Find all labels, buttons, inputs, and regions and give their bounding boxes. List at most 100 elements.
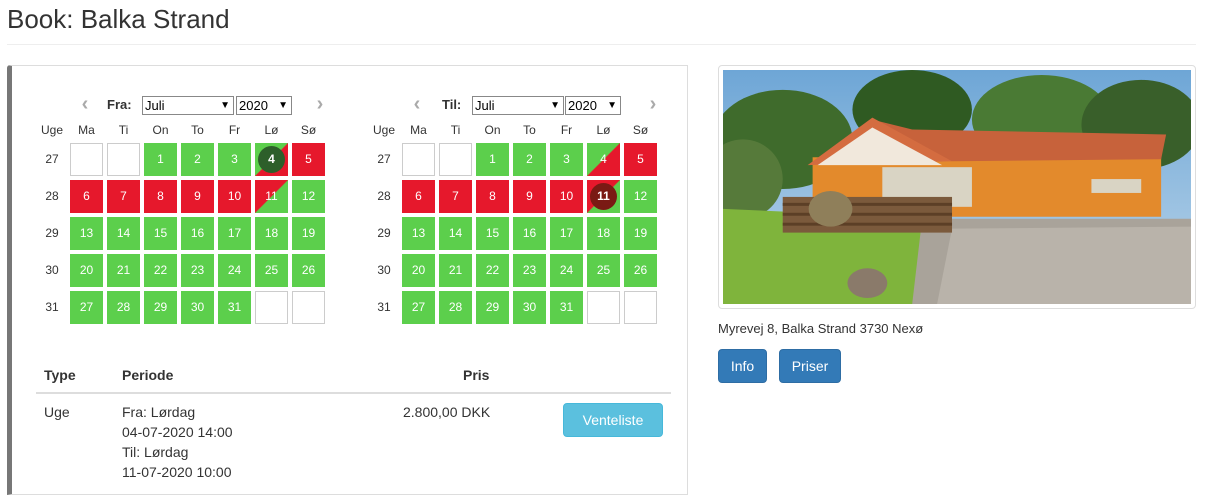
- calendar-day[interactable]: 15: [476, 217, 509, 250]
- calendar-day[interactable]: 2: [181, 143, 214, 176]
- weekday-header: Fr: [228, 123, 241, 137]
- calendar-day[interactable]: 1: [144, 143, 177, 176]
- calendar-day[interactable]: 14: [439, 217, 472, 250]
- calendar-day[interactable]: 7: [107, 180, 140, 213]
- booking-table-header: Type Periode Pris: [36, 366, 671, 394]
- calendar-day[interactable]: 12: [292, 180, 325, 213]
- calendar-day[interactable]: 26: [624, 254, 657, 287]
- calendar-day[interactable]: 11: [255, 180, 288, 213]
- week-number: 30: [377, 263, 391, 277]
- selected-day-marker: 11: [590, 183, 617, 210]
- prices-button[interactable]: Priser: [779, 349, 841, 383]
- calendar-day[interactable]: 13: [402, 217, 435, 250]
- calendar-day[interactable]: 22: [144, 254, 177, 287]
- from-year-select[interactable]: 2020 ▼: [236, 96, 292, 115]
- calendar-day[interactable]: 26: [292, 254, 325, 287]
- calendar-day[interactable]: 22: [476, 254, 509, 287]
- calendar-day[interactable]: 18: [255, 217, 288, 250]
- calendar-day[interactable]: 12: [624, 180, 657, 213]
- calendar-day[interactable]: 18: [587, 217, 620, 250]
- venteliste-button[interactable]: Venteliste: [563, 403, 663, 437]
- week-number: 31: [377, 300, 391, 314]
- caret-down-icon: ▼: [278, 100, 288, 111]
- calendar-day[interactable]: 31: [550, 291, 583, 324]
- calendar-day[interactable]: 27: [402, 291, 435, 324]
- chevron-left-icon[interactable]: ‹: [410, 94, 424, 115]
- calendar-day[interactable]: 6: [402, 180, 435, 213]
- week-number: 28: [45, 189, 59, 203]
- from-month-select[interactable]: Juli ▼: [142, 96, 234, 115]
- col-periode-header: Periode: [122, 367, 174, 383]
- week-column-header: Uge: [372, 123, 395, 137]
- calendar-day[interactable]: 9: [513, 180, 546, 213]
- calendar-day[interactable]: 24: [218, 254, 251, 287]
- calendar-day[interactable]: 21: [107, 254, 140, 287]
- calendar-day[interactable]: 23: [181, 254, 214, 287]
- calendar-day[interactable]: 20: [402, 254, 435, 287]
- calendar-day[interactable]: 7: [439, 180, 472, 213]
- calendar-day[interactable]: 29: [476, 291, 509, 324]
- calendar-empty-cell: [292, 291, 325, 324]
- calendar-day[interactable]: 24: [550, 254, 583, 287]
- to-month-select[interactable]: Juli ▼: [472, 96, 564, 115]
- weekday-header: On: [484, 123, 501, 137]
- calendar-day[interactable]: 25: [255, 254, 288, 287]
- calendar-day[interactable]: 16: [181, 217, 214, 250]
- to-label: Til:: [442, 97, 462, 112]
- calendar-day[interactable]: 4: [587, 143, 620, 176]
- calendar-day[interactable]: 15: [144, 217, 177, 250]
- chevron-left-icon[interactable]: ‹: [78, 94, 92, 115]
- weekday-header: Sø: [632, 123, 649, 137]
- calendar-day[interactable]: 29: [144, 291, 177, 324]
- col-type-header: Type: [44, 367, 76, 383]
- calendar-day[interactable]: 20: [70, 254, 103, 287]
- calendar-day[interactable]: 17: [218, 217, 251, 250]
- calendar-empty-cell: [587, 291, 620, 324]
- row-price: 2.800,00 DKK: [403, 404, 491, 420]
- calendar-day[interactable]: 2: [513, 143, 546, 176]
- calendar-day[interactable]: 8: [144, 180, 177, 213]
- calendar-day[interactable]: 30: [513, 291, 546, 324]
- weekday-header: Ma: [410, 123, 427, 137]
- week-number: 30: [45, 263, 59, 277]
- calendar-day[interactable]: 8: [476, 180, 509, 213]
- calendar-day[interactable]: 28: [107, 291, 140, 324]
- calendar-day[interactable]: 17: [550, 217, 583, 250]
- info-button[interactable]: Info: [718, 349, 767, 383]
- calendar-day[interactable]: 10: [550, 180, 583, 213]
- calendar-day[interactable]: 5: [624, 143, 657, 176]
- calendar-day[interactable]: 4: [255, 143, 288, 176]
- chevron-right-icon[interactable]: ›: [646, 94, 660, 115]
- calendar-day[interactable]: 25: [587, 254, 620, 287]
- calendar-day[interactable]: 6: [70, 180, 103, 213]
- calendar-day[interactable]: 11: [587, 180, 620, 213]
- calendar-day[interactable]: 31: [218, 291, 251, 324]
- calendar-day[interactable]: 23: [513, 254, 546, 287]
- calendar-day[interactable]: 30: [181, 291, 214, 324]
- to-year-select[interactable]: 2020 ▼: [565, 96, 621, 115]
- weekday-header: Ti: [118, 123, 129, 137]
- weekday-header: Lø: [596, 123, 611, 137]
- calendar-day[interactable]: 10: [218, 180, 251, 213]
- calendar-day[interactable]: 16: [513, 217, 546, 250]
- calendar-day[interactable]: 1: [476, 143, 509, 176]
- calendar-day[interactable]: 3: [218, 143, 251, 176]
- calendar-day[interactable]: 9: [181, 180, 214, 213]
- to-calendar-header: ‹ Til: Juli ▼ 2020 ▼ ›: [372, 94, 672, 117]
- calendar-day[interactable]: 27: [70, 291, 103, 324]
- week-number: 29: [377, 226, 391, 240]
- chevron-right-icon[interactable]: ›: [313, 94, 327, 115]
- calendar-day[interactable]: 21: [439, 254, 472, 287]
- row-type: Uge: [44, 404, 70, 420]
- week-number: 27: [377, 152, 391, 166]
- calendar-day[interactable]: 3: [550, 143, 583, 176]
- calendar-day[interactable]: 14: [107, 217, 140, 250]
- calendar-day[interactable]: 13: [70, 217, 103, 250]
- calendar-day[interactable]: 5: [292, 143, 325, 176]
- calendar-day[interactable]: 19: [624, 217, 657, 250]
- calendar-day[interactable]: 19: [292, 217, 325, 250]
- to-datetime: 11-07-2020 10:00: [122, 464, 232, 480]
- calendar-day[interactable]: 28: [439, 291, 472, 324]
- col-pris-header: Pris: [463, 367, 490, 383]
- weekday-header: Lø: [264, 123, 279, 137]
